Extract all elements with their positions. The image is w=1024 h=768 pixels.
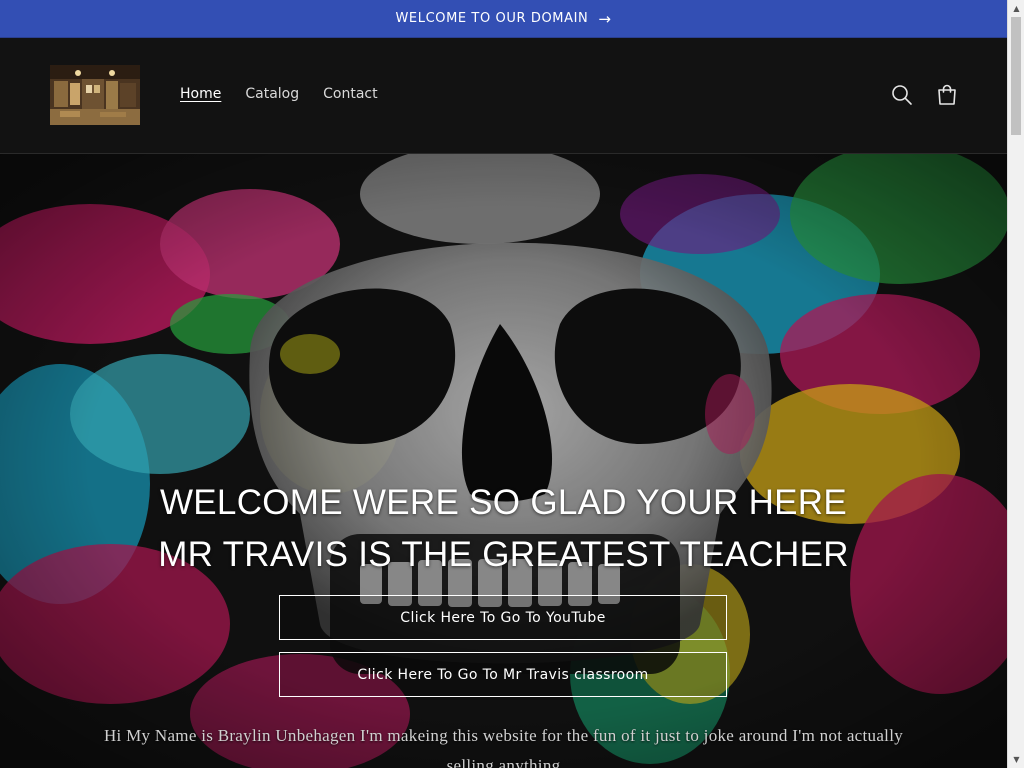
main-nav: Home Catalog Contact [180, 86, 378, 102]
search-icon[interactable] [890, 83, 914, 107]
scroll-down-icon[interactable]: ▼ [1008, 751, 1024, 768]
classroom-button[interactable]: Click Here To Go To Mr Travis classroom [279, 652, 727, 697]
nav-contact[interactable]: Contact [323, 86, 377, 102]
hero-description: Hi My Name is Braylin Unbehagen I'm make… [103, 726, 904, 768]
youtube-button[interactable]: Click Here To Go To YouTube [279, 595, 727, 640]
store-logo[interactable] [50, 65, 140, 125]
hero-title: WELCOME WERE SO GLAD YOUR HERE MR TRAVIS… [158, 483, 849, 574]
arrow-right-icon: → [598, 9, 612, 28]
page: WELCOME TO OUR DOMAIN → Home Catalog Con… [0, 0, 1007, 768]
vertical-scrollbar[interactable]: ▲ ▼ [1007, 0, 1024, 768]
announcement-bar[interactable]: WELCOME TO OUR DOMAIN → [0, 0, 1007, 38]
announcement-text: WELCOME TO OUR DOMAIN [395, 11, 589, 26]
nav-home[interactable]: Home [180, 86, 221, 102]
scrollbar-thumb[interactable] [1011, 17, 1021, 135]
nav-catalog[interactable]: Catalog [245, 86, 299, 102]
logo-image [50, 65, 140, 125]
scroll-up-icon[interactable]: ▲ [1008, 0, 1024, 17]
hero-banner: WELCOME WERE SO GLAD YOUR HERE MR TRAVIS… [0, 154, 1007, 768]
cart-icon[interactable] [935, 83, 959, 107]
site-header: Home Catalog Contact [0, 38, 1007, 154]
